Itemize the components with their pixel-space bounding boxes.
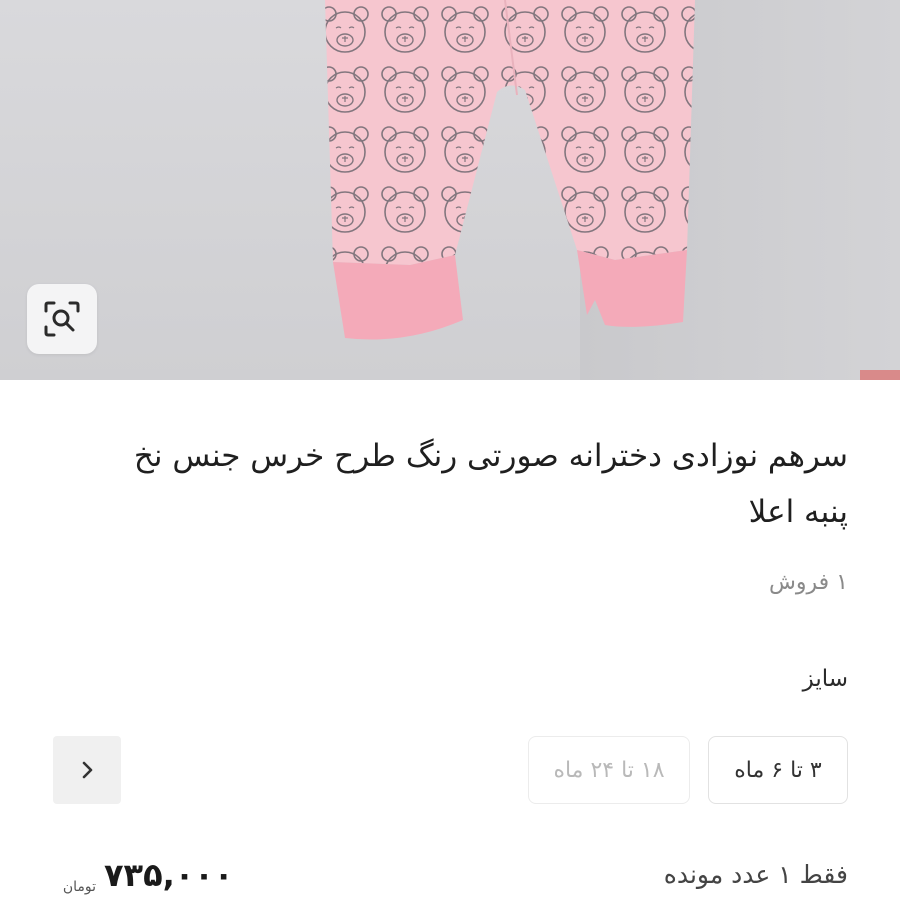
size-scroll-next-button[interactable]: [53, 736, 121, 804]
stock-status: فقط ۱ عدد مونده: [663, 860, 848, 889]
size-label: سایز: [802, 666, 848, 692]
product-image[interactable]: [0, 0, 900, 380]
product-title: سرهم نوزادی دخترانه صورتی رنگ طرح خرس جن…: [133, 438, 848, 530]
size-option-18-24-months[interactable]: ۱۸ تا ۲۴ ماه: [528, 736, 690, 804]
sales-count: ۱ فروش: [769, 570, 848, 595]
image-search-button[interactable]: [27, 284, 97, 354]
price-amount: ۷۳۵,۰۰۰: [104, 856, 234, 894]
image-search-icon: [44, 301, 80, 337]
chevron-right-icon: [82, 761, 93, 779]
image-background-accent: [860, 370, 900, 380]
bear-print-romper: [325, 0, 695, 340]
price: تومان ۷۳۵,۰۰۰: [62, 856, 234, 895]
price-currency: تومان: [62, 879, 96, 895]
size-option-3-6-months[interactable]: ۳ تا ۶ ماه: [708, 736, 848, 804]
